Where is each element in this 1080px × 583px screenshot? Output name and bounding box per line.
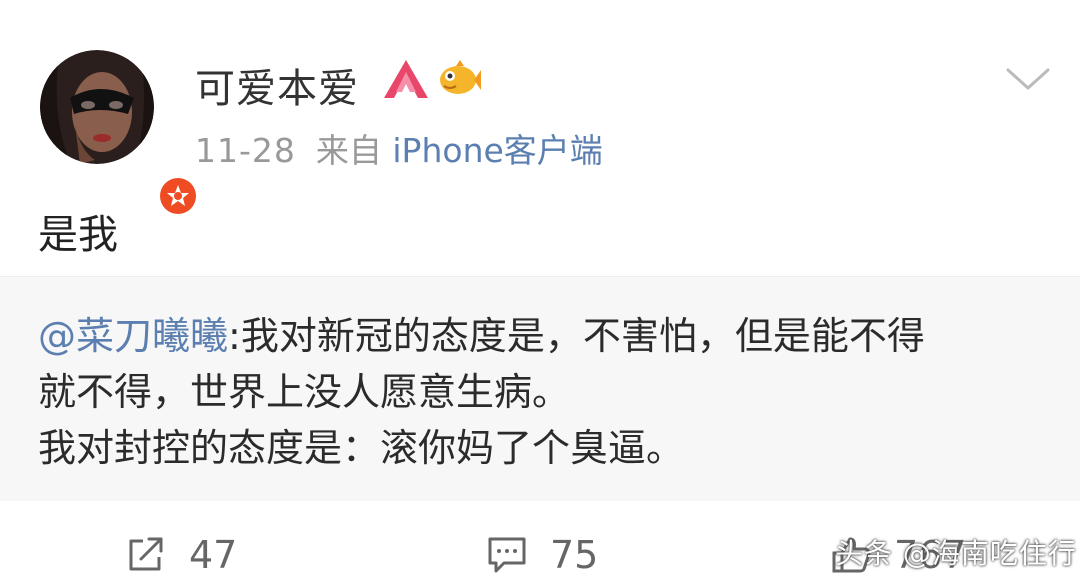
- watermark: 头条 @海南吃住行: [835, 537, 1077, 570]
- repost-line-3: 我对封控的态度是：滚你妈了个臭逼。: [38, 426, 685, 470]
- chevron-down-icon[interactable]: [1004, 64, 1052, 94]
- repost-icon: [129, 537, 163, 571]
- fish-icon[interactable]: [436, 56, 482, 102]
- from-label: 来自: [315, 131, 382, 170]
- mention-link[interactable]: @菜刀曦曦: [38, 314, 228, 358]
- repost-button[interactable]: 47: [125, 533, 237, 577]
- avatar[interactable]: [40, 50, 200, 218]
- comment-icon: [488, 537, 526, 573]
- repost-count: 47: [189, 533, 238, 577]
- reposted-text: @菜刀曦曦:我对新冠的态度是，不害怕，但是能不得 就不得，世界上没人愿意生病。 …: [38, 308, 1048, 476]
- post-text: 是我: [38, 212, 118, 258]
- verified-icon: [156, 174, 200, 218]
- username[interactable]: 可爱本爱: [195, 56, 359, 114]
- comment-button[interactable]: 75: [486, 533, 598, 577]
- avatar-image: [40, 50, 154, 164]
- vip-icon[interactable]: [382, 58, 430, 100]
- repost-line-2: 就不得，世界上没人愿意生病。: [38, 370, 571, 414]
- post-source[interactable]: iPhone客户端: [392, 131, 602, 170]
- comment-count: 75: [550, 533, 599, 577]
- post-meta: 11-28 来自 iPhone客户端: [195, 124, 603, 172]
- post-date: 11-28: [195, 131, 296, 170]
- weibo-post: 可爱本爱 11-28 来自 iPhone客户端 是我 @菜刀曦曦:我对新冠的态度是…: [0, 0, 1080, 583]
- repost-line-1: :我对新冠的态度是，不害怕，但是能不得: [228, 314, 925, 358]
